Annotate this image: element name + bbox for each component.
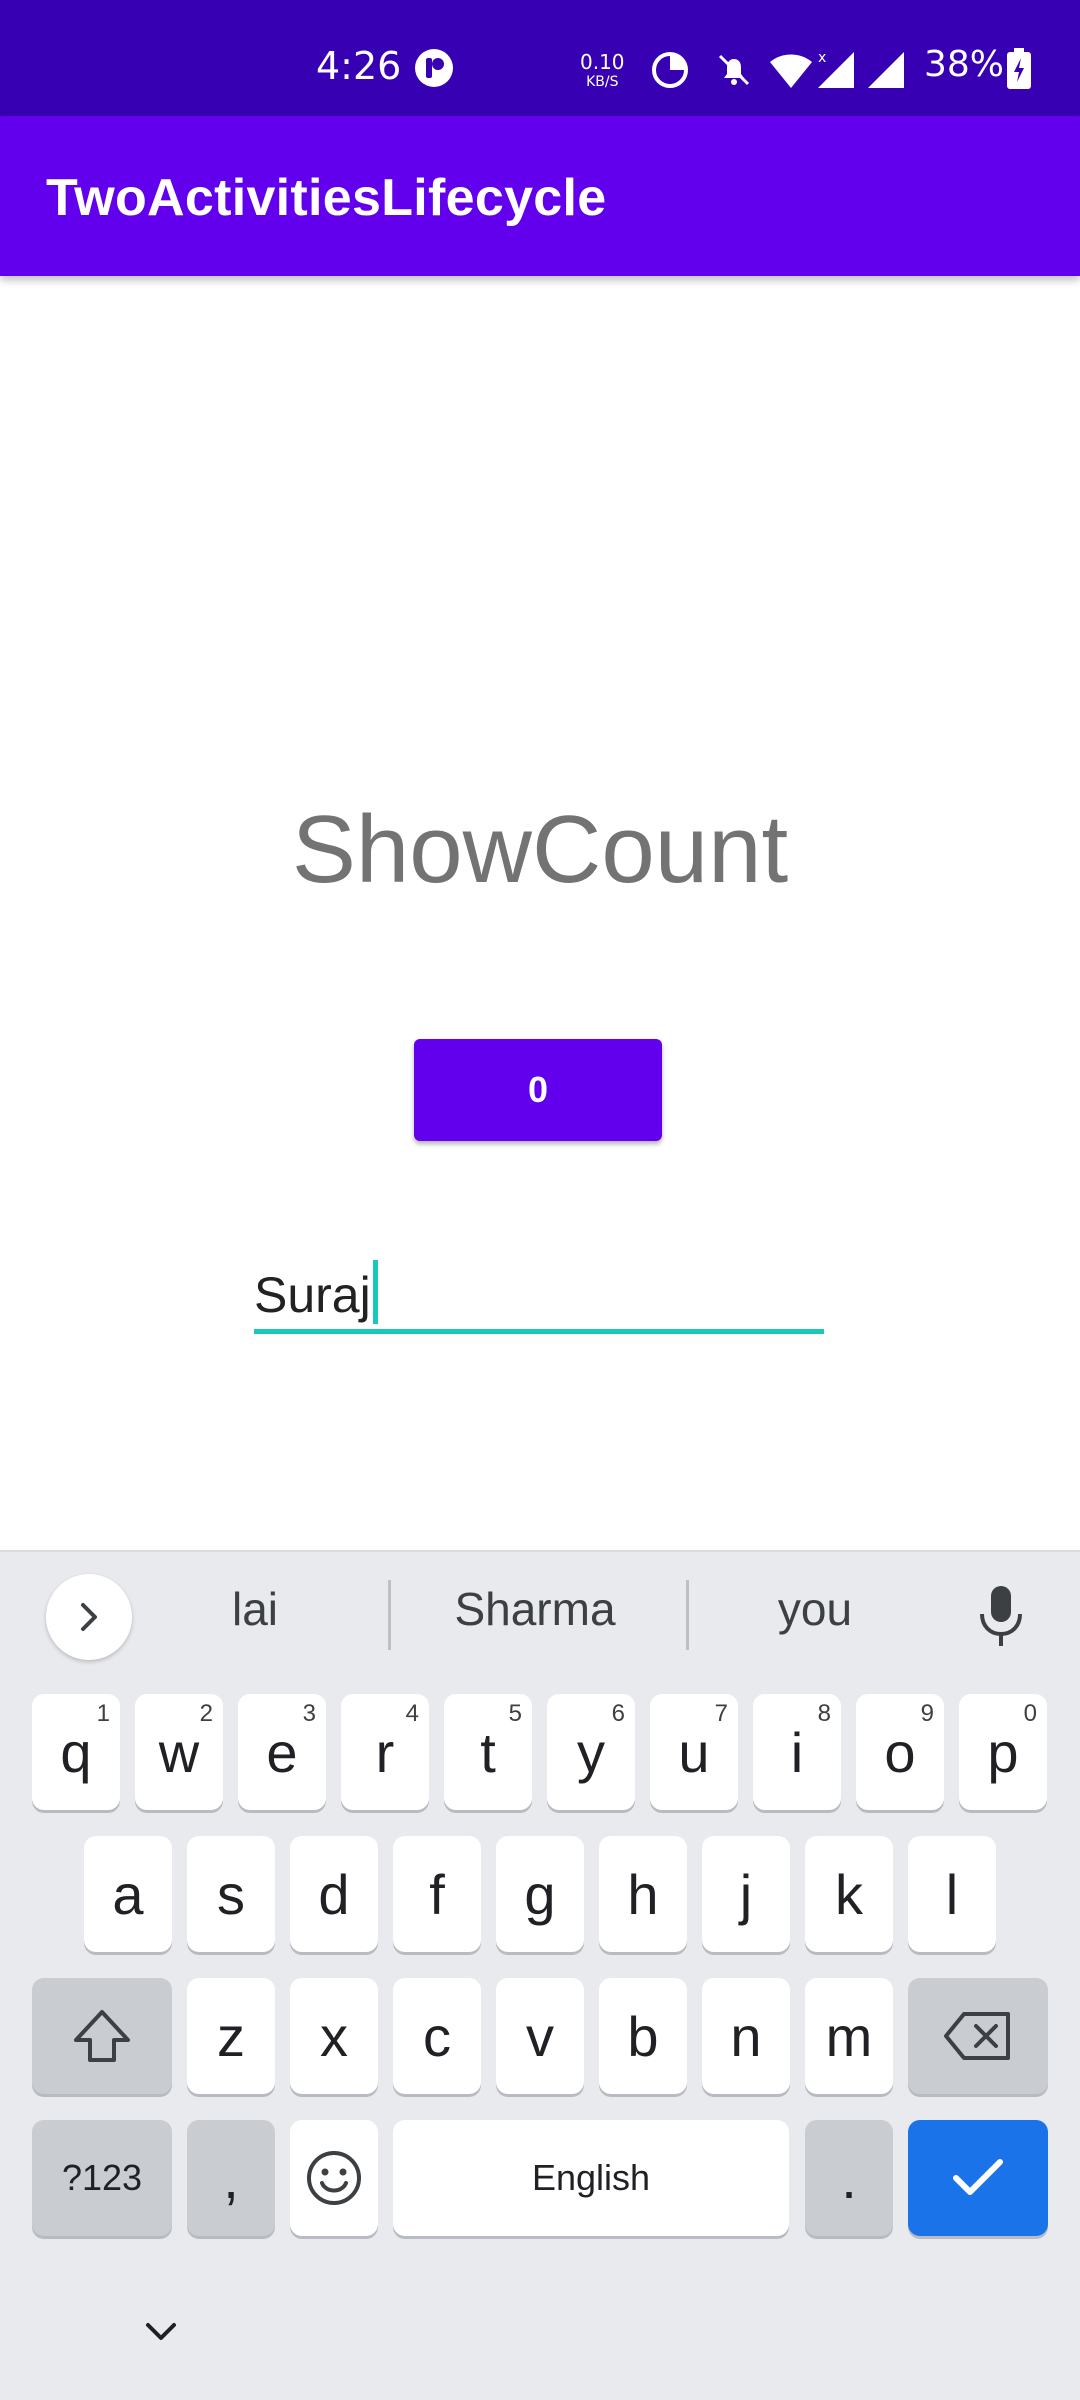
backspace-icon bbox=[944, 2012, 1010, 2060]
key-o[interactable]: o9 bbox=[856, 1694, 944, 1810]
suggestion-divider bbox=[388, 1580, 391, 1650]
status-bar: 4:26 0.10 KB/S x 38% bbox=[0, 0, 1080, 116]
name-input-value[interactable]: Suraj bbox=[254, 1267, 371, 1323]
battery-charging-icon bbox=[1006, 48, 1032, 94]
app-title: TwoActivitiesLifecycle bbox=[46, 169, 607, 227]
done-key[interactable] bbox=[908, 2120, 1048, 2236]
cell-signal-2-icon bbox=[866, 48, 908, 94]
hide-keyboard-chevron-icon[interactable] bbox=[138, 2317, 184, 2351]
key-m[interactable]: m bbox=[805, 1978, 893, 2094]
battery-percent: 38% bbox=[924, 44, 1005, 85]
expand-toolbar-button[interactable] bbox=[46, 1574, 132, 1660]
suggestion-divider bbox=[686, 1580, 689, 1650]
app-notification-icon bbox=[414, 48, 454, 92]
key-v[interactable]: v bbox=[496, 1978, 584, 2094]
key-w[interactable]: w2 bbox=[135, 1694, 223, 1810]
shift-key[interactable] bbox=[32, 1978, 172, 2094]
backspace-key[interactable] bbox=[908, 1978, 1048, 2094]
comma-key[interactable]: , bbox=[187, 2120, 275, 2236]
suggestion-1[interactable]: lai bbox=[170, 1582, 340, 1636]
network-speed-unit: KB/S bbox=[586, 74, 619, 90]
key-i[interactable]: i8 bbox=[753, 1694, 841, 1810]
count-button[interactable]: 0 bbox=[414, 1039, 662, 1141]
key-h[interactable]: h bbox=[599, 1836, 687, 1952]
key-z[interactable]: z bbox=[187, 1978, 275, 2094]
key-a[interactable]: a bbox=[84, 1836, 172, 1952]
key-r[interactable]: r4 bbox=[341, 1694, 429, 1810]
soft-keyboard: lai Sharma you q1 w2 e3 r4 t5 y6 u7 i8 o… bbox=[0, 1550, 1080, 2400]
symbols-key[interactable]: ?123 bbox=[32, 2120, 172, 2236]
key-g[interactable]: g bbox=[496, 1836, 584, 1952]
key-d[interactable]: d bbox=[290, 1836, 378, 1952]
svg-text:x: x bbox=[818, 50, 826, 66]
key-q[interactable]: q1 bbox=[32, 1694, 120, 1810]
period-key[interactable]: . bbox=[805, 2120, 893, 2236]
app-bar: TwoActivitiesLifecycle bbox=[0, 116, 1080, 276]
key-b[interactable]: b bbox=[599, 1978, 687, 2094]
emoji-icon bbox=[307, 2151, 361, 2205]
key-j[interactable]: j bbox=[702, 1836, 790, 1952]
key-k[interactable]: k bbox=[805, 1836, 893, 1952]
name-input: Suraj bbox=[254, 1260, 378, 1324]
cell-signal-icon: x bbox=[816, 48, 858, 94]
key-c[interactable]: c bbox=[393, 1978, 481, 2094]
data-saver-icon bbox=[650, 50, 690, 94]
key-n[interactable]: n bbox=[702, 1978, 790, 2094]
emoji-key[interactable] bbox=[290, 2120, 378, 2236]
space-key[interactable]: English bbox=[393, 2120, 789, 2236]
checkmark-icon bbox=[953, 2159, 1003, 2195]
key-t[interactable]: t5 bbox=[444, 1694, 532, 1810]
wifi-icon bbox=[768, 50, 814, 94]
network-speed-value: 0.10 bbox=[580, 50, 625, 74]
suggestion-bar: lai Sharma you bbox=[0, 1552, 1080, 1682]
key-f[interactable]: f bbox=[393, 1836, 481, 1952]
key-s[interactable]: s bbox=[187, 1836, 275, 1952]
show-count-heading: ShowCount bbox=[291, 796, 789, 903]
chevron-right-icon bbox=[81, 1603, 97, 1631]
key-y[interactable]: y6 bbox=[547, 1694, 635, 1810]
status-time: 4:26 bbox=[316, 44, 402, 88]
key-l[interactable]: l bbox=[908, 1836, 996, 1952]
name-input-field[interactable]: Suraj bbox=[254, 1250, 824, 1334]
network-speed: 0.10 KB/S bbox=[580, 52, 625, 92]
suggestion-2[interactable]: Sharma bbox=[410, 1582, 660, 1636]
suggestion-3[interactable]: you bbox=[720, 1582, 910, 1636]
mute-icon bbox=[714, 50, 754, 94]
key-x[interactable]: x bbox=[290, 1978, 378, 2094]
text-cursor bbox=[372, 1260, 378, 1324]
shift-icon bbox=[74, 2010, 130, 2062]
key-p[interactable]: p0 bbox=[959, 1694, 1047, 1810]
mic-icon[interactable] bbox=[976, 1584, 1026, 1654]
key-u[interactable]: u7 bbox=[650, 1694, 738, 1810]
key-e[interactable]: e3 bbox=[238, 1694, 326, 1810]
